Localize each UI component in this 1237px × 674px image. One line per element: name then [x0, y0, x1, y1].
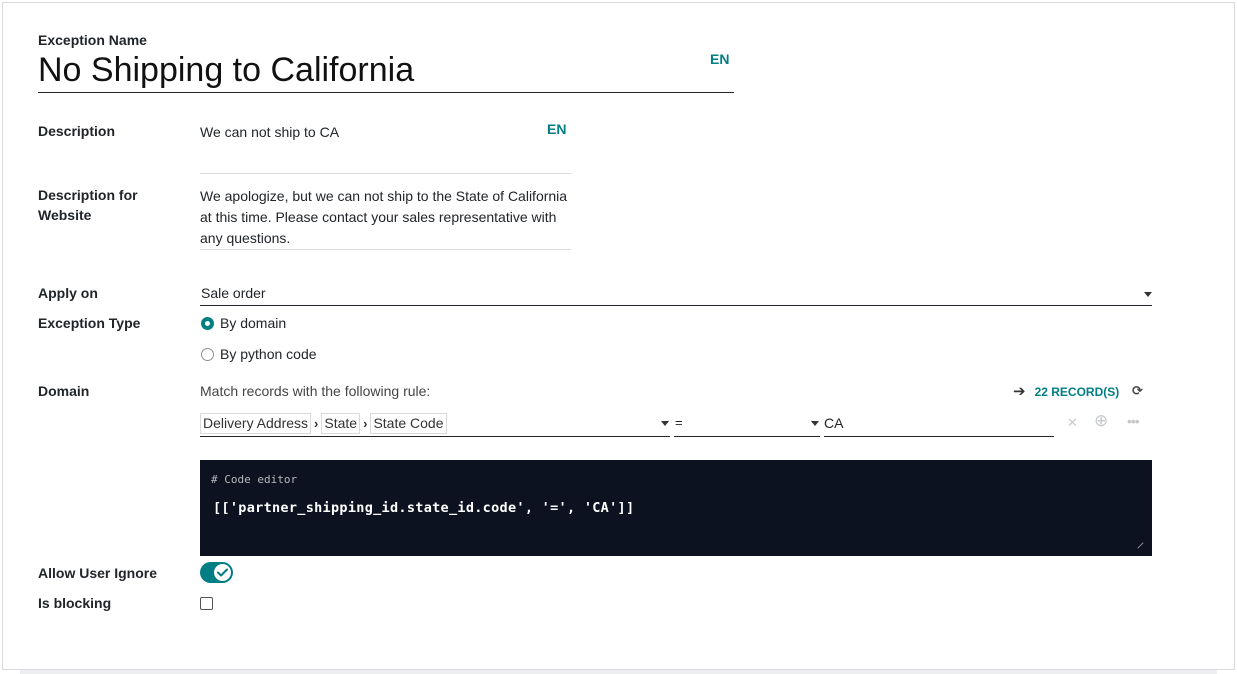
website-description-label: Description for Website [38, 187, 138, 223]
delete-rule-icon[interactable]: ✕ [1067, 414, 1078, 432]
radio-checked-icon[interactable] [201, 317, 214, 330]
allow-user-ignore-toggle[interactable] [200, 562, 233, 583]
resize-handle-icon[interactable] [1132, 537, 1144, 549]
apply-on-select[interactable]: Sale order [200, 283, 1152, 306]
path-chip-delivery-address: Delivery Address [200, 413, 312, 434]
records-count: 22 RECORD(S) [1034, 385, 1120, 399]
exception-name-label: Exception Name [38, 32, 147, 48]
description-language-button[interactable]: EN [547, 121, 566, 137]
more-options-icon[interactable]: ••• [1127, 412, 1140, 430]
is-blocking-label: Is blocking [38, 595, 112, 611]
chevron-right-icon: › [363, 416, 368, 431]
exception-name-input[interactable]: No Shipping to California [38, 50, 734, 93]
exception-type-label: Exception Type [38, 315, 141, 331]
description-input[interactable]: We can not ship to CA [200, 121, 571, 174]
name-language-button[interactable]: EN [710, 51, 729, 67]
code-editor[interactable]: # Code editor [['partner_shipping_id.sta… [200, 460, 1152, 556]
check-icon [217, 568, 228, 577]
code-editor-text[interactable]: [['partner_shipping_id.state_id.code', '… [213, 500, 634, 516]
sheet-shadow [20, 670, 1217, 674]
operator-value: = [675, 415, 683, 430]
toggle-knob [214, 564, 231, 581]
records-link[interactable]: ➔ 22 RECORD(S) [1013, 383, 1119, 401]
radio-by-python-code-label: By python code [220, 346, 317, 362]
refresh-icon[interactable]: ⟳ [1132, 383, 1143, 399]
chevron-down-icon [811, 421, 819, 426]
add-rule-icon[interactable]: ⊕ [1094, 412, 1108, 430]
form-sheet [2, 2, 1235, 670]
apply-on-label: Apply on [38, 285, 98, 301]
chevron-right-icon: › [314, 416, 319, 431]
chevron-down-icon [661, 421, 669, 426]
domain-operator-select[interactable]: = [674, 413, 820, 437]
description-value: We can not ship to CA [200, 124, 340, 140]
radio-by-domain-label: By domain [220, 315, 287, 331]
allow-user-ignore-label: Allow User Ignore [38, 565, 158, 581]
radio-unchecked-icon[interactable] [201, 348, 214, 361]
path-chip-state: State [321, 413, 361, 434]
arrow-right-icon: ➔ [1013, 383, 1026, 400]
is-blocking-checkbox[interactable] [200, 597, 213, 610]
apply-on-value: Sale order [201, 285, 266, 301]
website-description-input[interactable]: We apologize, but we can not ship to the… [200, 186, 571, 250]
path-chip-state-code: State Code [370, 413, 447, 434]
domain-rule-text: Match records with the following rule: [200, 383, 431, 399]
domain-label: Domain [38, 383, 90, 399]
chevron-down-icon [1144, 292, 1152, 297]
domain-path-selector[interactable]: Delivery Address › State › State Code [200, 411, 670, 437]
code-editor-comment: # Code editor [211, 473, 298, 486]
description-label: Description [38, 123, 116, 139]
domain-value-input[interactable]: CA [824, 413, 1054, 437]
